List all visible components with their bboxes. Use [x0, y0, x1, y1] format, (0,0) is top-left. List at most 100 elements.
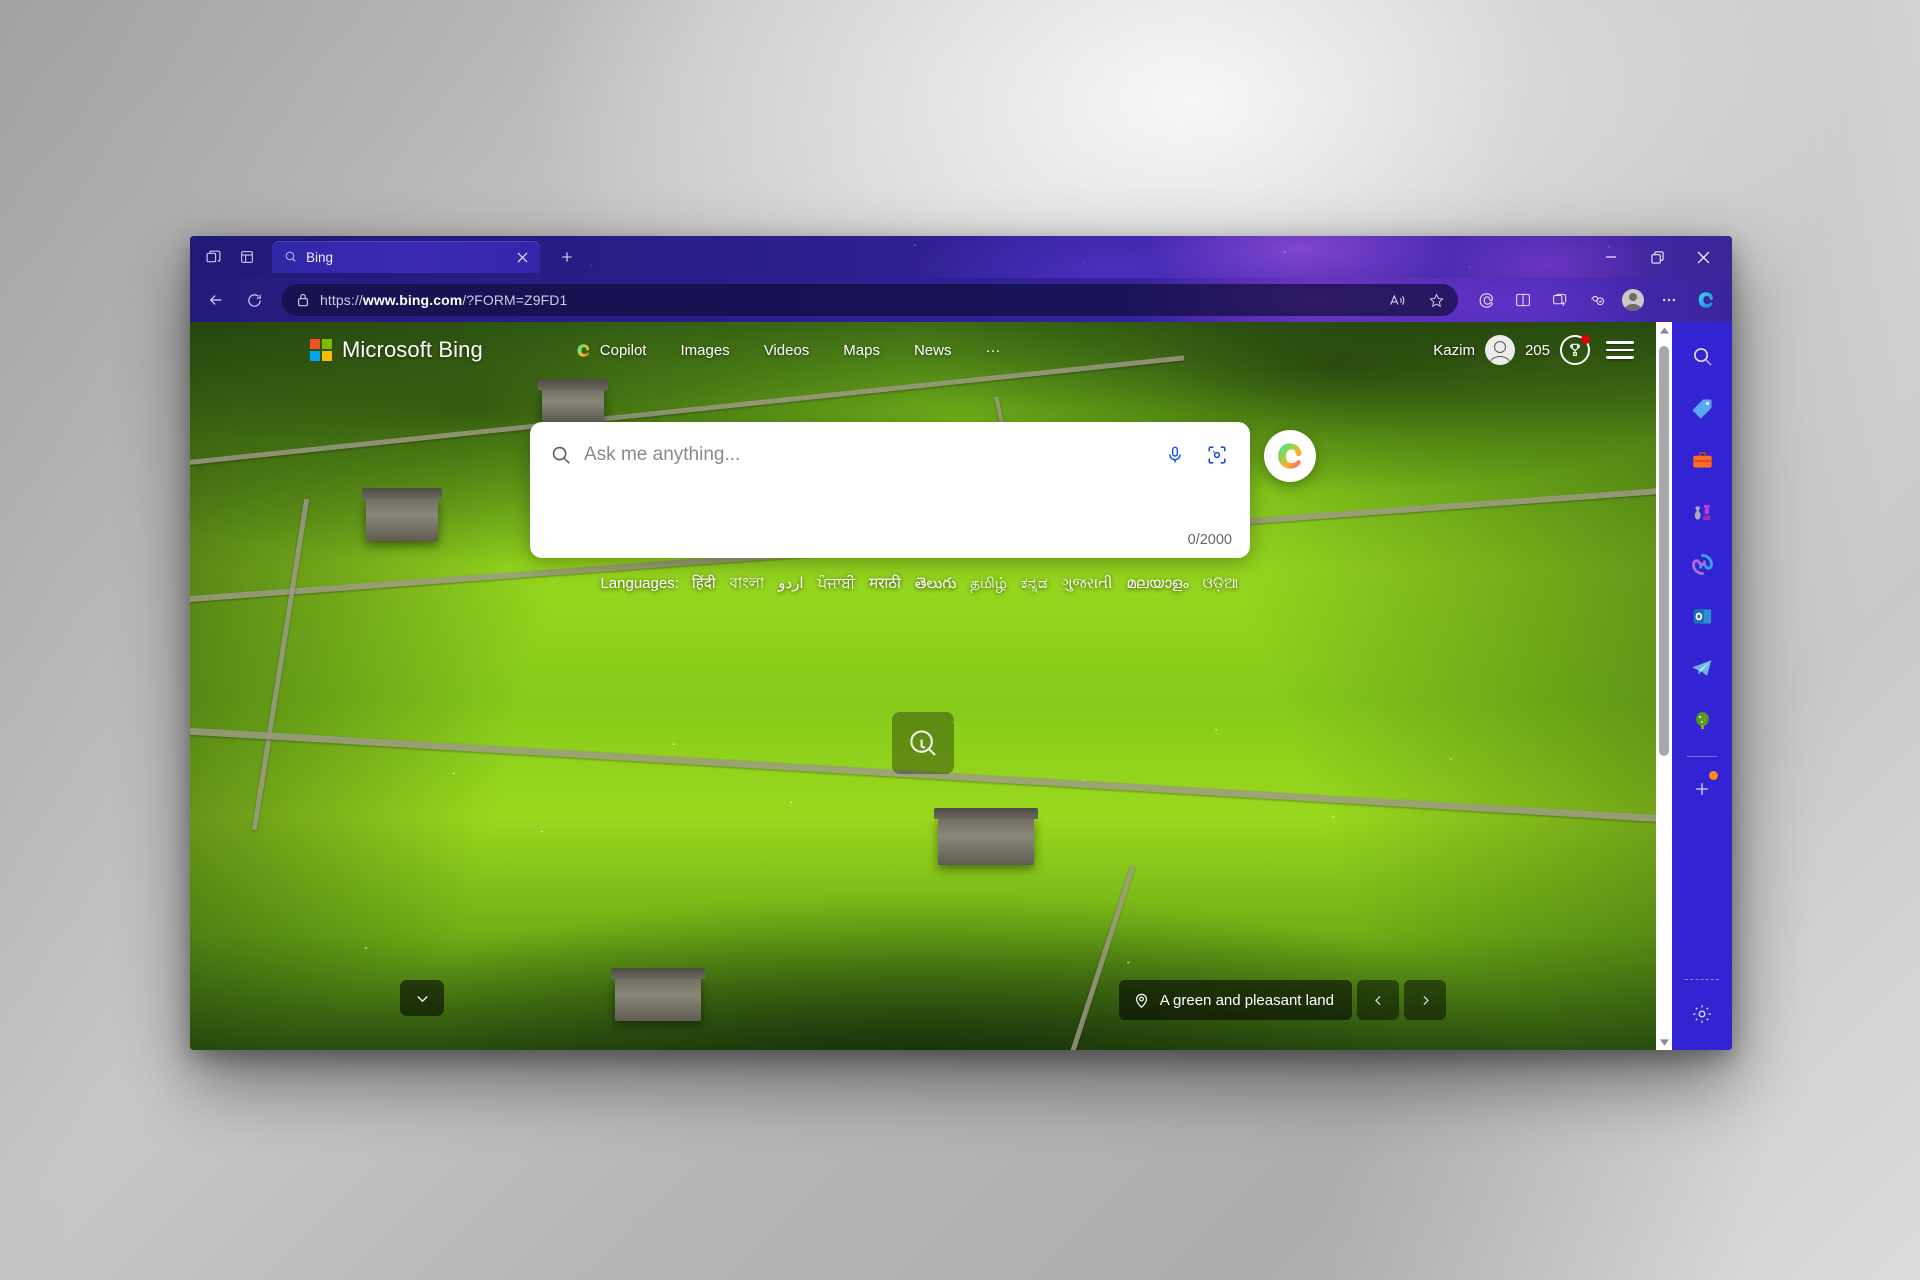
- nav-item-maps[interactable]: Maps: [829, 335, 894, 366]
- bing-logo-text: Microsoft Bing: [342, 337, 483, 362]
- sidebar-item-shopping[interactable]: [1682, 388, 1722, 428]
- back-arrow-icon[interactable]: [198, 284, 234, 316]
- bing-homepage: Microsoft Bing Copilot Images Videos Map…: [190, 322, 1656, 1050]
- split-screen-icon[interactable]: [1505, 284, 1541, 316]
- microsoft-logo-icon: [310, 339, 332, 361]
- nav-item-videos[interactable]: Videos: [750, 335, 824, 366]
- hamburger-icon[interactable]: [1606, 338, 1634, 362]
- tab-actions-icon[interactable]: [196, 242, 230, 272]
- nav-label: ···: [985, 341, 1001, 359]
- nav-label: Copilot: [599, 341, 647, 359]
- language-link-urdu[interactable]: اردو: [778, 575, 803, 592]
- sidebar-divider: [1687, 756, 1717, 757]
- refresh-icon[interactable]: [236, 284, 272, 316]
- sidebar-item-tools[interactable]: [1682, 440, 1722, 480]
- minimize-button[interactable]: [1588, 236, 1634, 278]
- nav-label: News: [913, 341, 952, 359]
- language-link-gujarati[interactable]: ગુજરાતી: [1062, 575, 1113, 592]
- location-pin-icon: [1133, 992, 1150, 1009]
- search-input[interactable]: [584, 442, 1148, 468]
- star-icon[interactable]: [1422, 287, 1450, 313]
- address-bar[interactable]: https://www.bing.com/?FORM=Z9FD1: [282, 284, 1458, 316]
- user-name: Kazim: [1433, 341, 1475, 359]
- profile-avatar[interactable]: [1616, 284, 1650, 316]
- scroll-down-button[interactable]: [1656, 1034, 1672, 1050]
- scroll-up-button[interactable]: [1656, 322, 1672, 338]
- visual-search-icon[interactable]: [1202, 440, 1232, 470]
- language-link-malayalam[interactable]: മലയാളം: [1126, 575, 1188, 592]
- browser-essentials-icon[interactable]: [1579, 284, 1615, 316]
- nav-label: Images: [680, 341, 730, 359]
- language-link-punjabi[interactable]: ਪੰਜਾਬੀ: [818, 575, 856, 592]
- tab-title: Bing: [306, 249, 334, 265]
- sidebar-item-games[interactable]: [1682, 492, 1722, 532]
- expand-homepage-button[interactable]: [400, 980, 444, 1016]
- bing-logo[interactable]: Microsoft Bing: [310, 337, 483, 363]
- language-link-odia[interactable]: ଓଡ଼ିଆ: [1203, 575, 1239, 592]
- sidebar-item-search[interactable]: [1682, 336, 1722, 376]
- image-visual-search-button[interactable]: [892, 712, 954, 774]
- image-info-bar: A green and pleasant land: [1118, 980, 1446, 1020]
- previous-image-button[interactable]: [1357, 980, 1399, 1020]
- next-image-button[interactable]: [1404, 980, 1446, 1020]
- sidebar-item-tree[interactable]: [1682, 700, 1722, 740]
- image-caption-text: A green and pleasant land: [1159, 991, 1334, 1009]
- navigation-toolbar: https://www.bing.com/?FORM=Z9FD1: [190, 278, 1732, 322]
- language-link-bengali[interactable]: বাংলা: [730, 575, 765, 592]
- window-controls: [1588, 236, 1726, 278]
- search-box[interactable]: 0/2000: [530, 422, 1250, 558]
- nav-item-news[interactable]: News: [900, 335, 966, 366]
- nav-label: Videos: [763, 341, 810, 359]
- browser-viewport: Microsoft Bing Copilot Images Videos Map…: [190, 322, 1732, 1050]
- nav-item-images[interactable]: Images: [666, 335, 743, 366]
- read-aloud-icon[interactable]: [1384, 287, 1412, 313]
- copilot-icon[interactable]: [1688, 284, 1724, 316]
- language-link-kannada[interactable]: ಕನ್ನಡ: [1021, 575, 1048, 592]
- search-input-row: [550, 440, 1232, 470]
- languages-label: Languages:: [600, 575, 679, 592]
- rewards-notification-dot: [1581, 335, 1590, 344]
- tab-bing[interactable]: Bing: [272, 241, 540, 273]
- microphone-icon[interactable]: [1160, 440, 1190, 470]
- bing-nav: Copilot Images Videos Maps News ···: [561, 335, 1015, 366]
- rewards-trophy-icon[interactable]: [1560, 335, 1590, 365]
- copilot-fab-button[interactable]: [1264, 430, 1316, 482]
- nav-item-copilot[interactable]: Copilot: [561, 335, 661, 366]
- tab-favicon-search-icon: [284, 250, 298, 264]
- split-screen-tab-icon[interactable]: [230, 242, 264, 272]
- tab-close-icon[interactable]: [512, 247, 532, 267]
- nav-item-more[interactable]: ···: [971, 335, 1014, 366]
- copilot-icon: [575, 342, 592, 359]
- language-link-telugu[interactable]: తెలుగు: [915, 575, 956, 592]
- toolbar-actions: [1468, 284, 1724, 316]
- new-tab-icon[interactable]: [550, 242, 584, 272]
- collections-icon[interactable]: [1542, 284, 1578, 316]
- sidebar-item-outlook[interactable]: [1682, 596, 1722, 636]
- settings-and-more-icon[interactable]: [1651, 284, 1687, 316]
- sidebar-item-microsoft365[interactable]: [1682, 544, 1722, 584]
- sidebar-bottom: [1672, 979, 1732, 1050]
- decorative-barn: [933, 808, 1038, 866]
- scrollbar-thumb[interactable]: [1659, 346, 1669, 756]
- nav-label: Maps: [843, 341, 880, 359]
- search-area: 0/2000: [190, 422, 1656, 558]
- decorative-wall: [1067, 864, 1136, 1050]
- page-scrollbar[interactable]: [1656, 322, 1672, 1050]
- sidebar-customize-button[interactable]: [1682, 769, 1722, 809]
- copilot-mode-icon[interactable]: [1468, 284, 1504, 316]
- title-bar: Bing: [190, 236, 1732, 278]
- close-button[interactable]: [1680, 236, 1726, 278]
- edge-sidebar: [1672, 322, 1732, 1050]
- decorative-barn: [537, 378, 608, 422]
- language-link-hindi[interactable]: हिंदी: [692, 575, 716, 592]
- language-link-tamil[interactable]: தமிழ்: [970, 575, 1007, 592]
- sidebar-item-telegram[interactable]: [1682, 648, 1722, 688]
- sidebar-dashed-divider: [1685, 979, 1719, 980]
- search-icon: [550, 444, 572, 466]
- sidebar-settings-gear-icon[interactable]: [1682, 994, 1722, 1034]
- restore-button[interactable]: [1634, 236, 1680, 278]
- language-link-marathi[interactable]: मराठी: [869, 575, 901, 592]
- image-caption-pill[interactable]: A green and pleasant land: [1118, 980, 1352, 1020]
- user-avatar[interactable]: [1484, 335, 1515, 365]
- lock-icon: [296, 292, 310, 308]
